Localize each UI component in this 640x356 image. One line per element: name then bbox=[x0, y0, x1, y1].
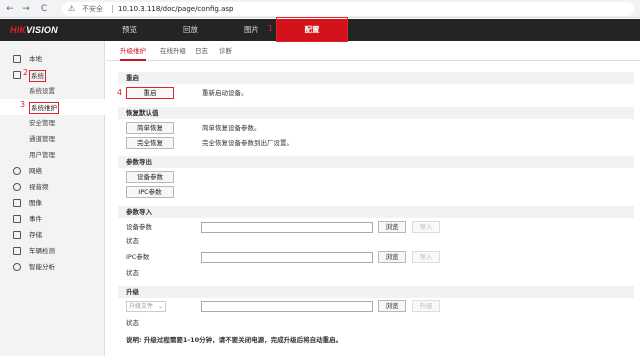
sidebar-item-storage[interactable]: 存储 bbox=[0, 227, 105, 243]
import-device-status-label: 状态 bbox=[126, 237, 139, 245]
tab-upgrade-maintenance[interactable]: 升级维护 bbox=[120, 41, 146, 61]
sidebar-item-event[interactable]: 事件 bbox=[0, 211, 105, 227]
sidebar-item-system-settings[interactable]: 系统设置 bbox=[0, 83, 105, 99]
import-device-label: 设备参数 bbox=[126, 223, 152, 231]
tab-online-upgrade[interactable]: 在线升级 bbox=[160, 41, 186, 61]
event-icon bbox=[13, 215, 21, 223]
sidebar-item-security[interactable]: 安全管理 bbox=[0, 115, 105, 131]
section-export-title: 参数导出 bbox=[118, 156, 634, 168]
main-panel: 升级维护 在线升级 日志 诊断 重启 重启 重新启动设备。 恢复默认值 简单恢复… bbox=[106, 41, 640, 356]
section-reboot-title: 重启 bbox=[118, 72, 634, 84]
reboot-description: 重新启动设备。 bbox=[202, 89, 248, 97]
vehicle-icon bbox=[13, 247, 21, 255]
upgrade-file-select[interactable]: 升级文件 ⌄ bbox=[126, 301, 166, 312]
forward-icon[interactable]: → bbox=[20, 3, 32, 15]
video-audio-icon bbox=[13, 183, 21, 191]
export-ipc-params-button[interactable]: IPC参数 bbox=[126, 186, 174, 198]
section-import-title: 参数导入 bbox=[118, 206, 634, 218]
browser-toolbar: ← → C ⚠ 不安全 10.10.3.118/doc/page/config.… bbox=[0, 0, 640, 18]
nav-picture[interactable]: 图片 bbox=[244, 19, 259, 41]
upgrade-note: 说明: 升级过程需要1-10分钟，请不要关闭电源，完成升级后将自动重启。 bbox=[126, 336, 343, 344]
address-bar[interactable]: ⚠ 不安全 10.10.3.118/doc/page/config.asp bbox=[62, 2, 634, 16]
image-icon bbox=[13, 199, 21, 207]
storage-icon bbox=[13, 231, 21, 239]
upgrade-browse-button[interactable]: 浏览 bbox=[378, 300, 406, 312]
chevron-down-icon: ⌄ bbox=[157, 303, 163, 310]
url-text[interactable]: 10.10.3.118/doc/page/config.asp bbox=[118, 2, 233, 16]
reload-icon[interactable]: C bbox=[38, 3, 50, 15]
import-device-file-input[interactable] bbox=[201, 222, 373, 233]
upgrade-button[interactable]: 升级 bbox=[412, 300, 440, 312]
tab-diagnosis[interactable]: 诊断 bbox=[219, 41, 232, 61]
step-marker-1: 1 bbox=[268, 24, 274, 33]
export-device-params-button[interactable]: 设备参数 bbox=[126, 171, 174, 183]
network-icon bbox=[13, 167, 21, 175]
upgrade-file-input[interactable] bbox=[201, 301, 373, 312]
sidebar: 本地 系统 系统设置 系统维护 安全管理 通道管理 用户管理 网络 视音频 图像… bbox=[0, 41, 105, 356]
monitor-icon bbox=[13, 55, 21, 63]
security-status[interactable]: 不安全 bbox=[82, 2, 103, 16]
sidebar-item-users[interactable]: 用户管理 bbox=[0, 147, 105, 163]
sidebar-item-local[interactable]: 本地 bbox=[0, 51, 105, 67]
sidebar-item-image[interactable]: 图像 bbox=[0, 195, 105, 211]
url-divider bbox=[112, 5, 113, 13]
import-ipc-file-input[interactable] bbox=[201, 252, 373, 263]
sidebar-item-system[interactable]: 系统 bbox=[0, 67, 105, 83]
analysis-icon bbox=[13, 263, 21, 271]
nav-playback[interactable]: 回放 bbox=[183, 19, 198, 41]
simple-restore-description: 简单恢复设备参数。 bbox=[202, 124, 261, 132]
back-icon[interactable]: ← bbox=[4, 3, 16, 15]
import-ipc-import-button[interactable]: 导入 bbox=[412, 251, 440, 263]
upgrade-status-label: 状态 bbox=[126, 319, 139, 327]
sidebar-item-video-audio[interactable]: 视音频 bbox=[0, 179, 105, 195]
import-device-import-button[interactable]: 导入 bbox=[412, 221, 440, 233]
sidebar-item-channel[interactable]: 通道管理 bbox=[0, 131, 105, 147]
system-icon bbox=[13, 71, 21, 79]
full-restore-description: 完全恢复设备参数到出厂设置。 bbox=[202, 139, 293, 147]
simple-restore-button[interactable]: 简单恢复 bbox=[126, 122, 174, 134]
sidebar-item-system-maintenance[interactable]: 系统维护 bbox=[0, 99, 105, 115]
hikvision-logo: HIKVISION bbox=[10, 25, 58, 35]
sidebar-item-network[interactable]: 网络 bbox=[0, 163, 105, 179]
import-ipc-label: IPC参数 bbox=[126, 253, 150, 261]
tab-log[interactable]: 日志 bbox=[195, 41, 208, 61]
sidebar-item-analysis[interactable]: 智能分析 bbox=[0, 259, 105, 275]
reboot-button[interactable]: 重启 bbox=[126, 87, 174, 99]
full-restore-button[interactable]: 完全恢复 bbox=[126, 137, 174, 149]
warning-triangle-icon[interactable]: ⚠ bbox=[68, 3, 75, 15]
sidebar-item-vehicle[interactable]: 车辆检测 bbox=[0, 243, 105, 259]
import-ipc-browse-button[interactable]: 浏览 bbox=[378, 251, 406, 263]
upgrade-file-select-value: 升级文件 bbox=[129, 303, 154, 310]
import-ipc-status-label: 状态 bbox=[126, 269, 139, 277]
section-upgrade-title: 升级 bbox=[118, 286, 634, 298]
import-device-browse-button[interactable]: 浏览 bbox=[378, 221, 406, 233]
highlight-box-config bbox=[276, 17, 348, 42]
step-marker-2: 2 bbox=[23, 68, 29, 77]
step-marker-3: 3 bbox=[20, 100, 26, 109]
tab-bar: 升级维护 在线升级 日志 诊断 bbox=[106, 41, 640, 61]
step-marker-4: 4 bbox=[117, 88, 123, 97]
section-restore-title: 恢复默认值 bbox=[118, 107, 634, 119]
nav-preview[interactable]: 预览 bbox=[122, 19, 137, 41]
